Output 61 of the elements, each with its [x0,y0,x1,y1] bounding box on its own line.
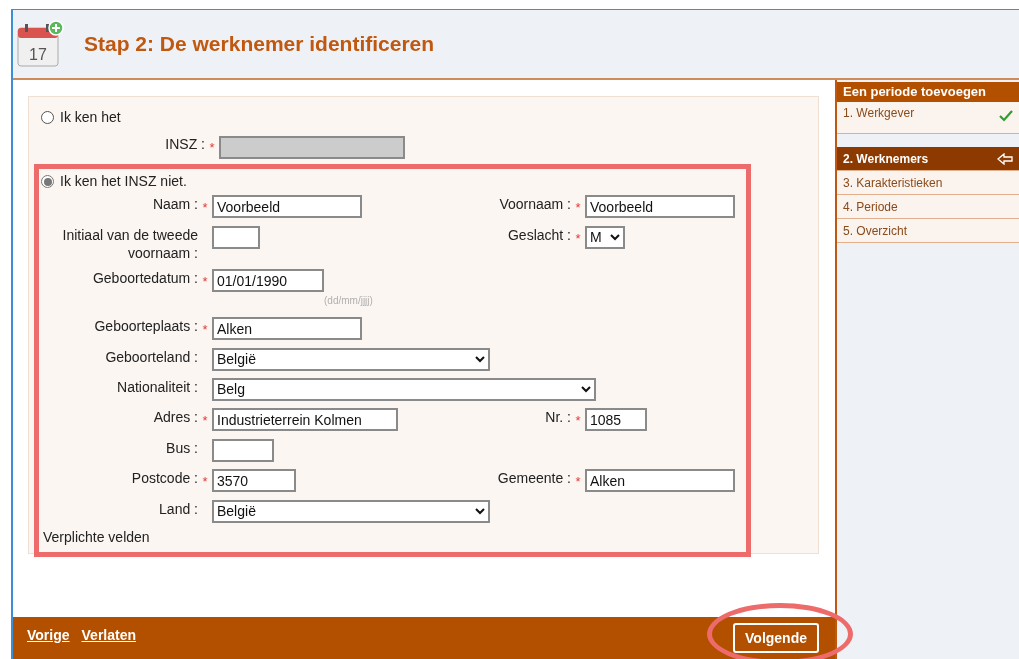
step-item[interactable]: 3. Karakteristieken [837,171,1019,195]
caret-icon [475,356,485,363]
field-label: Geboorteplaats : [94,317,198,335]
field-label: Geboortedatum : [92,269,198,287]
dropdown[interactable]: M [585,226,625,249]
required-mark: * [202,274,208,289]
text-field[interactable]: Alken [212,317,362,340]
check-icon [999,110,1013,122]
text-field[interactable] [212,439,274,462]
field-label: Gemeente : [497,469,571,487]
required-mark: * [575,231,581,246]
footer-link[interactable]: Verlaten [81,624,136,646]
field-label: Land : [159,500,198,518]
format-hint: (dd/mm/jjjj) [324,294,373,308]
text-field[interactable]: 1085 [585,408,647,431]
step-item[interactable]: 4. Periode [837,195,1019,219]
text-field[interactable]: Alken [585,469,735,492]
required-mark: * [575,200,581,215]
next-button[interactable]: Volgende [733,623,819,653]
radio-label: Ik ken het INSZ niet. [60,172,187,191]
caret-icon [581,386,591,393]
radio-label: Ik ken het [60,108,121,127]
field-label: Nr. : [545,408,571,426]
text-field[interactable]: 3570 [212,469,296,492]
arrow-left-icon [997,152,1013,165]
text-field[interactable]: Voorbeeld [585,195,735,218]
field-label: Geboorteland : [105,348,198,366]
required-mark: * [575,474,581,489]
field-label: INSZ : [165,135,205,153]
text-field[interactable]: Voorbeeld [212,195,362,218]
step-item[interactable]: 5. Overzicht [837,219,1019,243]
caret-icon [610,234,620,241]
field-label: Postcode : [131,469,198,487]
required-mark: * [202,200,208,215]
required-mark: * [202,322,208,337]
radio-button[interactable] [41,111,54,124]
sidebar-title: Een periode toevoegen [837,82,1019,102]
page-title: Stap 2: De werknemer identificeren [84,31,435,58]
step-item[interactable]: 2. Werknemers [837,147,1019,171]
field-label: Geslacht : [507,226,571,244]
dropdown[interactable]: België [212,500,490,523]
step-item[interactable]: 1. Werkgever [837,102,1019,134]
field-label: Initiaal van de tweede voornaam : [61,226,198,262]
text-field[interactable] [212,226,260,249]
required-mark: * [209,140,215,155]
field-label: Bus : [166,439,198,457]
field-label: Voornaam : [499,195,571,213]
text-field[interactable]: Industrieterrein Kolmen [212,408,398,431]
field-label: Nationaliteit : [117,378,198,396]
caret-icon [475,508,485,515]
dropdown[interactable]: Belg [212,378,596,401]
radio-button[interactable] [41,175,54,188]
text-field[interactable]: 01/01/1990 [212,269,324,292]
field-label: Adres : [153,408,198,426]
field-label: Naam : [152,195,198,213]
required-mark: * [202,474,208,489]
required-mark: * [575,413,581,428]
footer-link[interactable]: Vorige [27,624,70,646]
dropdown[interactable]: België [212,348,490,371]
required-fields-note: Verplichte velden [43,528,151,547]
required-mark: * [202,413,208,428]
